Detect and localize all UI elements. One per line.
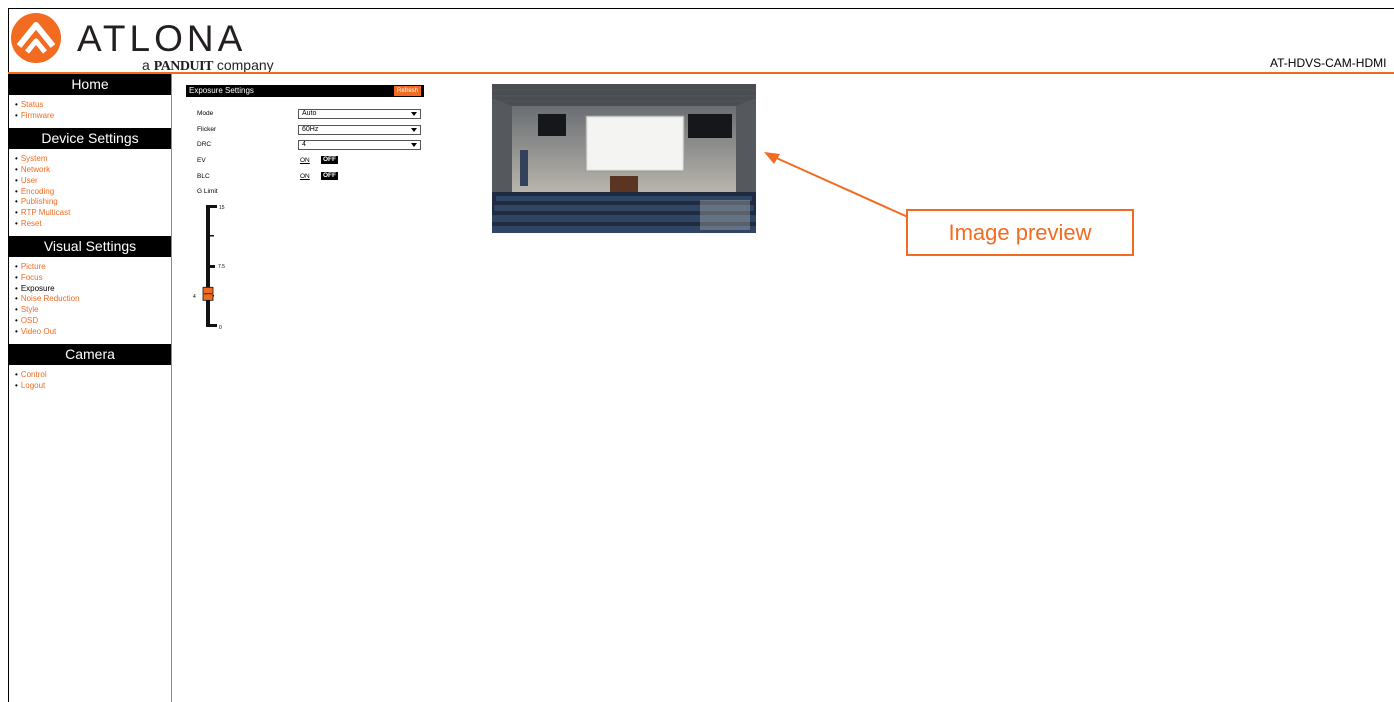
sidebar-item-publishing[interactable]: • Publishing xyxy=(15,197,171,208)
ev-on-button[interactable]: ON xyxy=(300,157,310,164)
top-border xyxy=(8,8,1394,9)
tagline-suffix: company xyxy=(216,57,274,73)
sidebar-item-focus[interactable]: • Focus xyxy=(15,273,171,284)
sidebar-item-control[interactable]: • Control xyxy=(15,370,171,381)
header-divider xyxy=(8,72,1394,74)
sidebar-item-encoding[interactable]: • Encoding xyxy=(15,187,171,198)
tick-label-mid: 7.5 xyxy=(218,264,225,270)
sidebar-item-style[interactable]: • Style xyxy=(15,305,171,316)
blc-off-button[interactable]: OFF xyxy=(321,172,338,180)
chevron-down-icon xyxy=(411,128,417,132)
sidebar-item-reset[interactable]: • Reset xyxy=(15,219,171,230)
panel-header: Exposure Settings Refresh xyxy=(186,85,424,97)
ev-label: EV xyxy=(197,157,206,164)
logo-wordmark: ATLONA xyxy=(77,18,247,59)
tick-minor xyxy=(210,235,214,237)
flicker-label: Flicker xyxy=(197,126,217,133)
sidebar-item-status[interactable]: • Status xyxy=(15,100,171,111)
device-settings-menu: • System • Network • User • Encoding • Publis… xyxy=(9,149,171,236)
sidebar-item-system[interactable]: • System xyxy=(15,154,171,165)
ev-off-button[interactable]: OFF xyxy=(321,156,338,164)
slider-value-label: 4 xyxy=(193,294,196,300)
flicker-select[interactable]: 60Hz xyxy=(298,125,421,135)
glimit-slider[interactable]: 15 7.5 0 4 xyxy=(186,200,246,340)
section-camera[interactable]: Camera xyxy=(9,344,171,366)
sidebar-item-network[interactable]: • Network xyxy=(15,165,171,176)
annotation-arrow xyxy=(764,152,911,219)
drc-value: 4 xyxy=(302,141,306,148)
tick-label-min: 0 xyxy=(219,325,222,331)
section-device-settings[interactable]: Device Settings xyxy=(9,128,171,150)
drc-label: DRC xyxy=(197,141,212,148)
sidebar-item-logout[interactable]: • Logout xyxy=(15,381,171,392)
tagline-prefix: a xyxy=(142,57,150,73)
sidebar-item-firmware[interactable]: • Firmware xyxy=(15,111,171,122)
sidebar-item-video-out[interactable]: • Video Out xyxy=(15,327,171,338)
home-menu: • Status • Firmware xyxy=(9,95,171,128)
section-visual-settings[interactable]: Visual Settings xyxy=(9,236,171,258)
chevron-down-icon xyxy=(411,143,417,147)
sidebar-item-osd[interactable]: • OSD xyxy=(15,316,171,327)
sidebar-nav: Home • Status • Firmware Device Settings •… xyxy=(9,74,171,399)
section-home[interactable]: Home xyxy=(9,74,171,95)
lecture-hall-preview-image xyxy=(492,84,756,233)
exposure-settings-panel: Exposure Settings Refresh Mode Auto Flic… xyxy=(186,85,424,195)
sidebar-item-rtp-multicast[interactable]: • RTP Multicast xyxy=(15,208,171,219)
tick-min xyxy=(206,324,217,327)
camera-menu: • Control • Logout xyxy=(9,365,171,398)
image-preview xyxy=(492,84,756,233)
flicker-value: 60Hz xyxy=(302,126,319,133)
chevron-down-icon xyxy=(411,112,417,116)
sidebar-item-picture[interactable]: • Picture xyxy=(15,262,171,273)
tick-mid xyxy=(206,265,215,268)
model-name: AT-HDVS-CAM-HDMI xyxy=(1270,56,1387,70)
mode-value: Auto xyxy=(302,110,317,117)
blc-on-button[interactable]: ON xyxy=(300,173,310,180)
mode-label: Mode xyxy=(197,110,214,117)
visual-settings-menu: • Picture • Focus • Exposure • Noise Reducti… xyxy=(9,257,171,344)
image-preview-callout: Image preview xyxy=(906,209,1134,256)
panel-title: Exposure Settings xyxy=(189,86,254,95)
sidebar-item-noise-reduction[interactable]: • Noise Reduction xyxy=(15,294,171,305)
glimit-label: G Limit xyxy=(197,188,218,195)
blc-label: BLC xyxy=(197,173,210,180)
sidebar-item-exposure[interactable]: • Exposure xyxy=(15,284,171,295)
sidebar-divider xyxy=(171,74,172,702)
drc-select[interactable]: 4 xyxy=(298,140,421,150)
tick-max xyxy=(206,205,217,208)
tick-label-max: 15 xyxy=(219,205,225,211)
sidebar-item-user[interactable]: • User xyxy=(15,176,171,187)
atlona-logo: ATLONA a PANDUIT company xyxy=(10,12,280,74)
atlona-logo-icon xyxy=(11,13,61,63)
mode-select[interactable]: Auto xyxy=(298,109,421,119)
refresh-button[interactable]: Refresh xyxy=(393,86,421,96)
